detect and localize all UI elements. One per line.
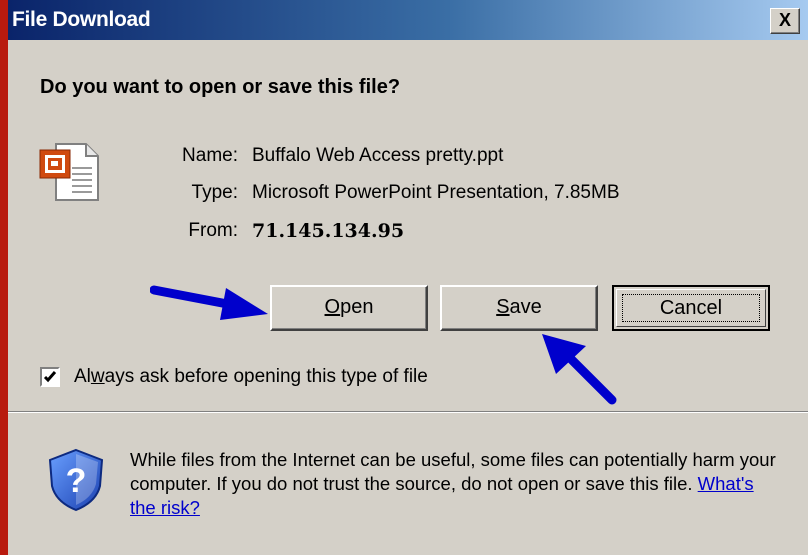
cancel-button-label: Cancel	[659, 297, 723, 319]
warning-text: While files from the Internet can be use…	[130, 449, 776, 494]
close-button[interactable]: X	[770, 8, 800, 34]
always-ask-label-pre: Al	[74, 366, 91, 387]
separator	[8, 411, 808, 413]
checkmark-icon	[43, 371, 57, 383]
save-button-accel: S	[496, 296, 510, 318]
name-label: Name:	[182, 145, 238, 166]
title-bar[interactable]: File Download X	[8, 0, 808, 40]
file-name-value: Buffalo Web Access pretty.ppt	[252, 145, 504, 166]
file-type-value: Microsoft PowerPoint Presentation, 7.85M…	[252, 182, 620, 203]
type-label: Type:	[191, 182, 238, 203]
close-icon: X	[778, 10, 791, 30]
cancel-button-focus: Cancel	[622, 294, 760, 322]
always-ask-checkbox[interactable]	[40, 367, 60, 387]
always-ask-label-post: ays ask before opening this type of file	[104, 366, 428, 387]
always-ask-label-accel: w	[90, 366, 105, 387]
open-button-label: pen	[340, 296, 374, 318]
open-button-accel: O	[324, 296, 341, 318]
save-button[interactable]: Save	[440, 285, 598, 331]
security-warning: While files from the Internet can be use…	[130, 448, 780, 520]
powerpoint-file-icon	[39, 143, 99, 201]
svg-text:?: ?	[66, 462, 87, 500]
file-download-dialog: File Download X Do you want to open or s…	[8, 0, 808, 555]
annotation-arrow-open	[150, 285, 268, 320]
always-ask-label[interactable]: Always ask before opening this type of f…	[74, 366, 428, 388]
from-label: From:	[188, 220, 238, 241]
save-button-label: ave	[509, 296, 542, 318]
file-from-value: 71.145.134.95	[252, 220, 405, 242]
window-title: File Download	[12, 8, 151, 31]
cancel-button[interactable]: Cancel	[612, 285, 770, 331]
dialog-question: Do you want to open or save this file?	[40, 76, 401, 98]
annotation-arrow-save	[542, 334, 617, 405]
shield-question-icon: ?	[48, 448, 104, 512]
open-button[interactable]: Open	[270, 285, 428, 331]
